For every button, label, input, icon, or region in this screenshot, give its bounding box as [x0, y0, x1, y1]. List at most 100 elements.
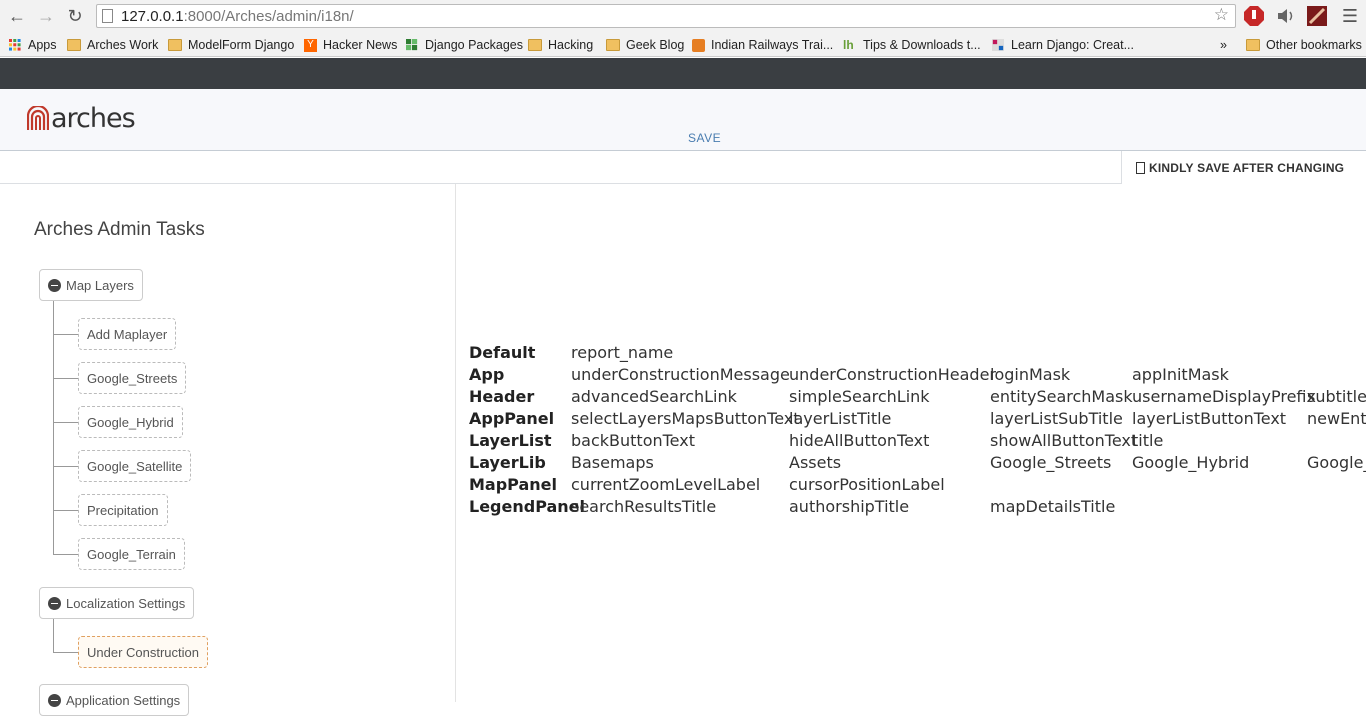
table-cell[interactable]: selectLayersMapsButtonText [571, 408, 800, 430]
save-button[interactable]: SAVE [688, 131, 721, 145]
table-cell[interactable]: newEnti [1307, 408, 1366, 430]
table-cell[interactable]: layerListButtonText [1132, 408, 1286, 430]
table-cell[interactable]: searchResultsTitle [571, 496, 716, 518]
node-label: Application Settings [66, 692, 181, 708]
tips-icon: lh [843, 38, 854, 52]
bookmark-hacking[interactable]: Hacking [528, 36, 593, 54]
adblock-icon[interactable] [1243, 5, 1265, 27]
tree-node-application-settings[interactable]: Application Settings [39, 684, 190, 716]
bookmark-label: ModelForm Django [188, 38, 295, 52]
bookmark-hacker-news[interactable]: Y Hacker News [304, 36, 397, 54]
table-cell[interactable]: title [1132, 430, 1163, 452]
tree-leaf-precipitation[interactable]: Precipitation [78, 494, 168, 526]
table-cell[interactable]: backButtonText [571, 430, 695, 452]
tree-line [53, 378, 78, 379]
row-header: LayerLib [469, 453, 546, 472]
browser-toolbar: ← → ↻ 127.0.0.1:8000/Arches/admin/i18n/ … [0, 0, 1366, 32]
leaf-label: Under Construction [87, 644, 199, 660]
forward-arrow-icon[interactable]: → [34, 4, 58, 28]
bookmark-star-icon[interactable]: ☆ [1214, 5, 1229, 25]
row-header: LegendPanel [469, 497, 586, 516]
table-cell[interactable]: Basemaps [571, 452, 654, 474]
table-cell[interactable]: entitySearchMask [990, 386, 1133, 408]
table-cell[interactable]: loginMask [990, 364, 1070, 386]
tree-leaf-under-construction[interactable]: Under Construction [78, 636, 208, 668]
bookmark-modelform-django[interactable]: ModelForm Django [168, 36, 294, 54]
bookmarks-overflow-button[interactable]: » [1220, 36, 1227, 54]
address-bar[interactable]: 127.0.0.1:8000/Arches/admin/i18n/ ☆ [96, 4, 1236, 28]
collapse-icon[interactable] [48, 693, 61, 707]
table-cell[interactable]: showAllButtonText [990, 430, 1137, 452]
bookmark-django-packages[interactable]: Django Packages [405, 36, 523, 54]
tree-line [53, 652, 78, 653]
bookmark-label: Tips & Downloads t... [863, 38, 981, 52]
bookmark-apps[interactable]: Apps [8, 36, 57, 54]
top-dark-bar [0, 58, 1366, 89]
collapse-icon[interactable] [48, 596, 61, 610]
row-header: App [469, 365, 505, 384]
tree-leaf-google-terrain[interactable]: Google_Terrain [78, 538, 185, 570]
table-cell[interactable]: subtitle [1307, 386, 1366, 408]
tree-leaf-google-satellite[interactable]: Google_Satellite [78, 450, 192, 482]
bookmark-arches-work[interactable]: Arches Work [67, 36, 158, 54]
back-arrow-icon[interactable]: ← [5, 4, 29, 28]
table-cell[interactable]: hideAllButtonText [789, 430, 929, 452]
folder-icon [1246, 39, 1260, 51]
table-cell[interactable]: Google_ [1307, 452, 1366, 474]
bookmark-other[interactable]: Other bookmarks [1246, 36, 1362, 54]
row-header: Default [469, 343, 536, 362]
reload-icon[interactable]: ↻ [63, 4, 87, 28]
table-cell[interactable]: appInitMask [1132, 364, 1229, 386]
leaf-label: Precipitation [87, 502, 159, 518]
table-cell[interactable]: underConstructionHeader [789, 364, 996, 386]
sound-icon[interactable] [1275, 5, 1297, 27]
folder-icon [528, 39, 542, 51]
tree-leaf-google-hybrid[interactable]: Google_Hybrid [78, 406, 183, 438]
tree-line [53, 422, 78, 423]
bookmark-learn-django[interactable]: Learn Django: Creat... [991, 36, 1134, 54]
table-cell[interactable]: mapDetailsTitle [990, 496, 1115, 518]
arches-logo[interactable]: arches [27, 103, 136, 134]
node-label: Localization Settings [66, 595, 186, 611]
leaf-label: Google_Streets [87, 370, 178, 386]
admin-tasks-title: Arches Admin Tasks [34, 219, 205, 240]
leaf-label: Google_Satellite [87, 458, 183, 474]
bookmark-tips-downloads[interactable]: lh Tips & Downloads t... [843, 36, 981, 54]
tree-leaf-add-maplayer[interactable]: Add Maplayer [78, 318, 177, 350]
i18n-content: Default report_name App underConstructio… [457, 184, 1366, 702]
url-host: 127.0.0.1 [121, 8, 184, 25]
table-cell[interactable]: Google_Hybrid [1132, 452, 1249, 474]
tree-node-localization-settings[interactable]: Localization Settings [39, 587, 195, 619]
tree-line [53, 510, 78, 511]
bookmark-geek-blog[interactable]: Geek Blog [606, 36, 684, 54]
app-header: arches SAVE [0, 89, 1366, 151]
menu-icon[interactable]: ☰ [1338, 4, 1362, 28]
url-text: 127.0.0.1:8000/Arches/admin/i18n/ [121, 8, 354, 25]
table-cell[interactable]: authorshipTitle [789, 496, 909, 518]
bookmark-label: Hacking [548, 38, 594, 52]
tree-node-map-layers[interactable]: Map Layers [39, 269, 143, 301]
table-cell[interactable]: underConstructionMessage [571, 364, 790, 386]
table-cell[interactable]: Assets [789, 452, 841, 474]
collapse-icon[interactable] [48, 278, 61, 292]
hackernews-icon: Y [304, 38, 317, 52]
bookmark-label: Geek Blog [626, 38, 685, 52]
table-cell[interactable]: Google_Streets [990, 452, 1111, 474]
arches-logo-icon [27, 106, 49, 130]
bookmark-label: Other bookmarks [1266, 38, 1362, 52]
table-cell[interactable]: advancedSearchLink [571, 386, 737, 408]
folder-icon [67, 39, 81, 51]
table-cell[interactable]: usernameDisplayPrefix [1132, 386, 1316, 408]
table-cell[interactable]: currentZoomLevelLabel [571, 474, 760, 496]
kindly-save-tab[interactable]: KINDLY SAVE AFTER CHANGING [1121, 151, 1366, 184]
table-cell[interactable]: layerListTitle [789, 408, 891, 430]
leaf-label: Google_Terrain [87, 546, 176, 562]
table-cell[interactable]: cursorPositionLabel [789, 474, 945, 496]
table-cell[interactable]: simpleSearchLink [789, 386, 930, 408]
table-cell[interactable]: report_name [571, 342, 673, 364]
extension-icon[interactable] [1306, 5, 1328, 27]
admin-sidebar: Arches Admin Tasks Map Layers Add Maplay… [0, 184, 456, 716]
table-cell[interactable]: layerListSubTitle [990, 408, 1123, 430]
tree-leaf-google-streets[interactable]: Google_Streets [78, 362, 187, 394]
bookmark-indian-railways[interactable]: Indian Railways Trai... [692, 36, 833, 54]
